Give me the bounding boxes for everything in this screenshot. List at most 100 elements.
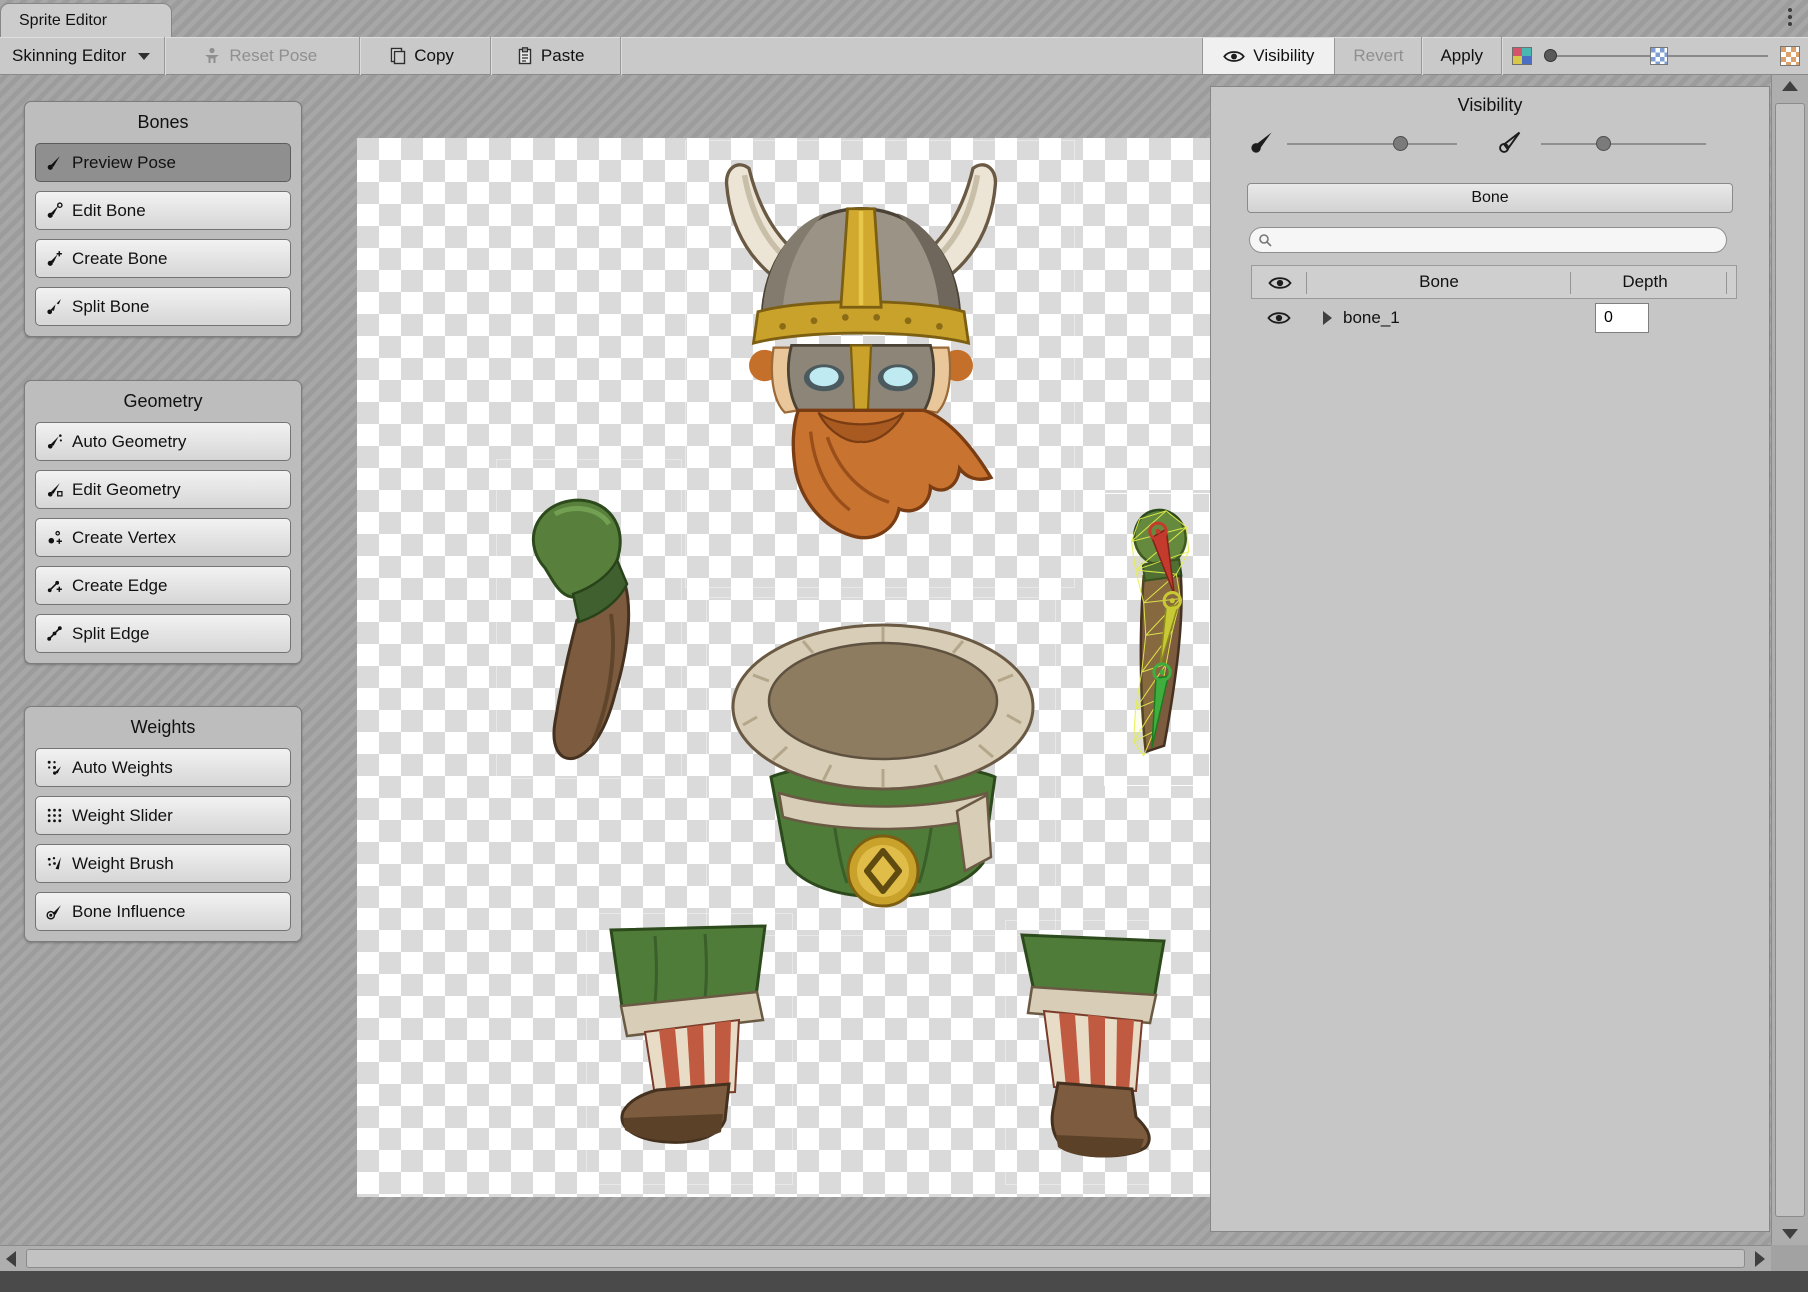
visibility-toggle-button[interactable]: Visibility — [1202, 38, 1335, 74]
vertical-scroll-thumb[interactable] — [1775, 103, 1805, 1217]
toolbar-separator — [620, 37, 621, 75]
foldout-icon[interactable] — [1323, 311, 1332, 325]
checker-icon — [1650, 47, 1668, 65]
tool-label: Preview Pose — [72, 153, 176, 173]
paste-button[interactable]: Paste — [501, 38, 600, 74]
skinning-editor-dropdown[interactable]: Skinning Editor — [0, 38, 164, 74]
create-bone-button[interactable]: Create Bone — [35, 239, 291, 278]
tab-title: Sprite Editor — [19, 12, 107, 30]
header-divider — [1306, 272, 1307, 294]
scroll-down-arrow[interactable] — [1772, 1229, 1808, 1239]
bone-row[interactable]: bone_1 — [1251, 299, 1737, 337]
bone-split-icon — [46, 298, 63, 315]
slider-knob[interactable] — [1544, 49, 1557, 62]
bone-tab-button[interactable]: Bone — [1247, 183, 1733, 213]
apply-button[interactable]: Apply — [1422, 38, 1501, 74]
scroll-left-arrow[interactable] — [6, 1246, 16, 1271]
bone-filled-icon — [1249, 129, 1275, 155]
sprite-left-leg[interactable] — [595, 922, 785, 1177]
eye-icon — [1223, 50, 1245, 63]
sprite-canvas[interactable] — [357, 138, 1210, 1197]
apply-label: Apply — [1440, 46, 1483, 66]
horizontal-scrollbar[interactable] — [0, 1245, 1771, 1271]
bone-edit-icon — [46, 202, 63, 219]
tool-label: Auto Weights — [72, 758, 173, 778]
pattern-icon[interactable] — [1780, 46, 1800, 66]
visibility-label: Visibility — [1253, 46, 1314, 66]
edge-add-icon — [46, 577, 63, 594]
toolbar-right-cluster: Visibility Revert Apply — [1202, 38, 1808, 74]
vertical-scrollbar[interactable] — [1771, 75, 1808, 1245]
sprite-editor-window: Sprite Editor Skinning Editor Reset Pose… — [0, 0, 1808, 1292]
split-bone-button[interactable]: Split Bone — [35, 287, 291, 326]
toolbar-separator — [359, 37, 360, 75]
auto-weights-button[interactable]: Auto Weights — [35, 748, 291, 787]
bone-icon — [46, 154, 63, 171]
auto-weights-icon — [46, 759, 63, 776]
eye-column-icon[interactable] — [1268, 276, 1292, 290]
depth-input[interactable] — [1595, 303, 1649, 333]
group-title: Bones — [35, 108, 291, 143]
revert-label: Revert — [1353, 46, 1403, 66]
paste-icon — [517, 47, 533, 65]
split-edge-button[interactable]: Split Edge — [35, 614, 291, 653]
sprite-opacity-slider[interactable] — [1542, 37, 1772, 75]
bone-search-field[interactable] — [1249, 227, 1727, 253]
person-icon — [203, 47, 221, 65]
visibility-panel: Visibility Bone Bone — [1210, 86, 1770, 1232]
tab-sprite-editor[interactable]: Sprite Editor — [0, 3, 172, 37]
toolbar-separator — [490, 37, 491, 75]
sprite-torso[interactable] — [713, 605, 1053, 935]
mesh-opacity-slider-track[interactable] — [1541, 143, 1706, 145]
reset-pose-button[interactable]: Reset Pose — [187, 38, 333, 74]
kebab-menu-icon[interactable] — [1788, 8, 1794, 26]
scrollbar-corner — [1771, 1245, 1808, 1271]
horizontal-scroll-thumb[interactable] — [26, 1249, 1745, 1268]
bone-influence-button[interactable]: Bone Influence — [35, 892, 291, 931]
depth-column-header: Depth — [1570, 272, 1720, 292]
bone-opacity-slider-knob[interactable] — [1393, 136, 1408, 151]
mesh-opacity-slider-knob[interactable] — [1596, 136, 1611, 151]
bone-influence-icon — [46, 903, 63, 920]
tool-label: Edit Bone — [72, 201, 146, 221]
bone-outline-icon — [1497, 129, 1523, 155]
bone-add-icon — [46, 250, 63, 267]
tool-label: Split Edge — [72, 624, 150, 644]
weight-brush-button[interactable]: Weight Brush — [35, 844, 291, 883]
copy-button[interactable]: Copy — [374, 38, 470, 74]
scroll-right-arrow[interactable] — [1755, 1246, 1765, 1271]
copy-icon — [390, 47, 406, 65]
edit-geometry-icon — [46, 481, 63, 498]
search-input[interactable] — [1278, 232, 1698, 249]
auto-geometry-button[interactable]: Auto Geometry — [35, 422, 291, 461]
paste-label: Paste — [541, 46, 584, 66]
sprite-right-leg[interactable] — [1012, 929, 1172, 1179]
tool-label: Edit Geometry — [72, 480, 181, 500]
sprite-bone-arm-selected[interactable] — [1109, 504, 1207, 776]
header-divider — [1726, 272, 1727, 294]
revert-button[interactable]: Revert — [1335, 38, 1421, 74]
toolbar-separator — [164, 37, 165, 75]
create-edge-button[interactable]: Create Edge — [35, 566, 291, 605]
weight-slider-button[interactable]: Weight Slider — [35, 796, 291, 835]
eye-visible-icon[interactable] — [1267, 311, 1291, 325]
geometry-group: Geometry Auto Geometry Edit Geometry Cre… — [24, 380, 302, 664]
group-title: Geometry — [35, 387, 291, 422]
chevron-down-icon — [138, 53, 150, 60]
tool-label: Create Edge — [72, 576, 167, 596]
weight-slider-icon — [46, 807, 63, 824]
edit-bone-button[interactable]: Edit Bone — [35, 191, 291, 230]
visibility-panel-title: Visibility — [1211, 95, 1769, 116]
bone-name: bone_1 — [1343, 308, 1400, 328]
toolbar-separator — [1501, 37, 1502, 75]
preview-pose-button[interactable]: Preview Pose — [35, 143, 291, 182]
scroll-up-arrow[interactable] — [1772, 81, 1808, 91]
sprite-head[interactable] — [693, 146, 1029, 594]
skinning-editor-label: Skinning Editor — [12, 46, 126, 66]
sprite-mitten-arm[interactable] — [515, 494, 665, 779]
edit-geometry-button[interactable]: Edit Geometry — [35, 470, 291, 509]
bone-opacity-slider-track[interactable] — [1287, 143, 1457, 145]
create-vertex-button[interactable]: Create Vertex — [35, 518, 291, 557]
sprite-preview-icon[interactable] — [1512, 47, 1532, 65]
bone-table-header: Bone Depth — [1251, 265, 1737, 299]
